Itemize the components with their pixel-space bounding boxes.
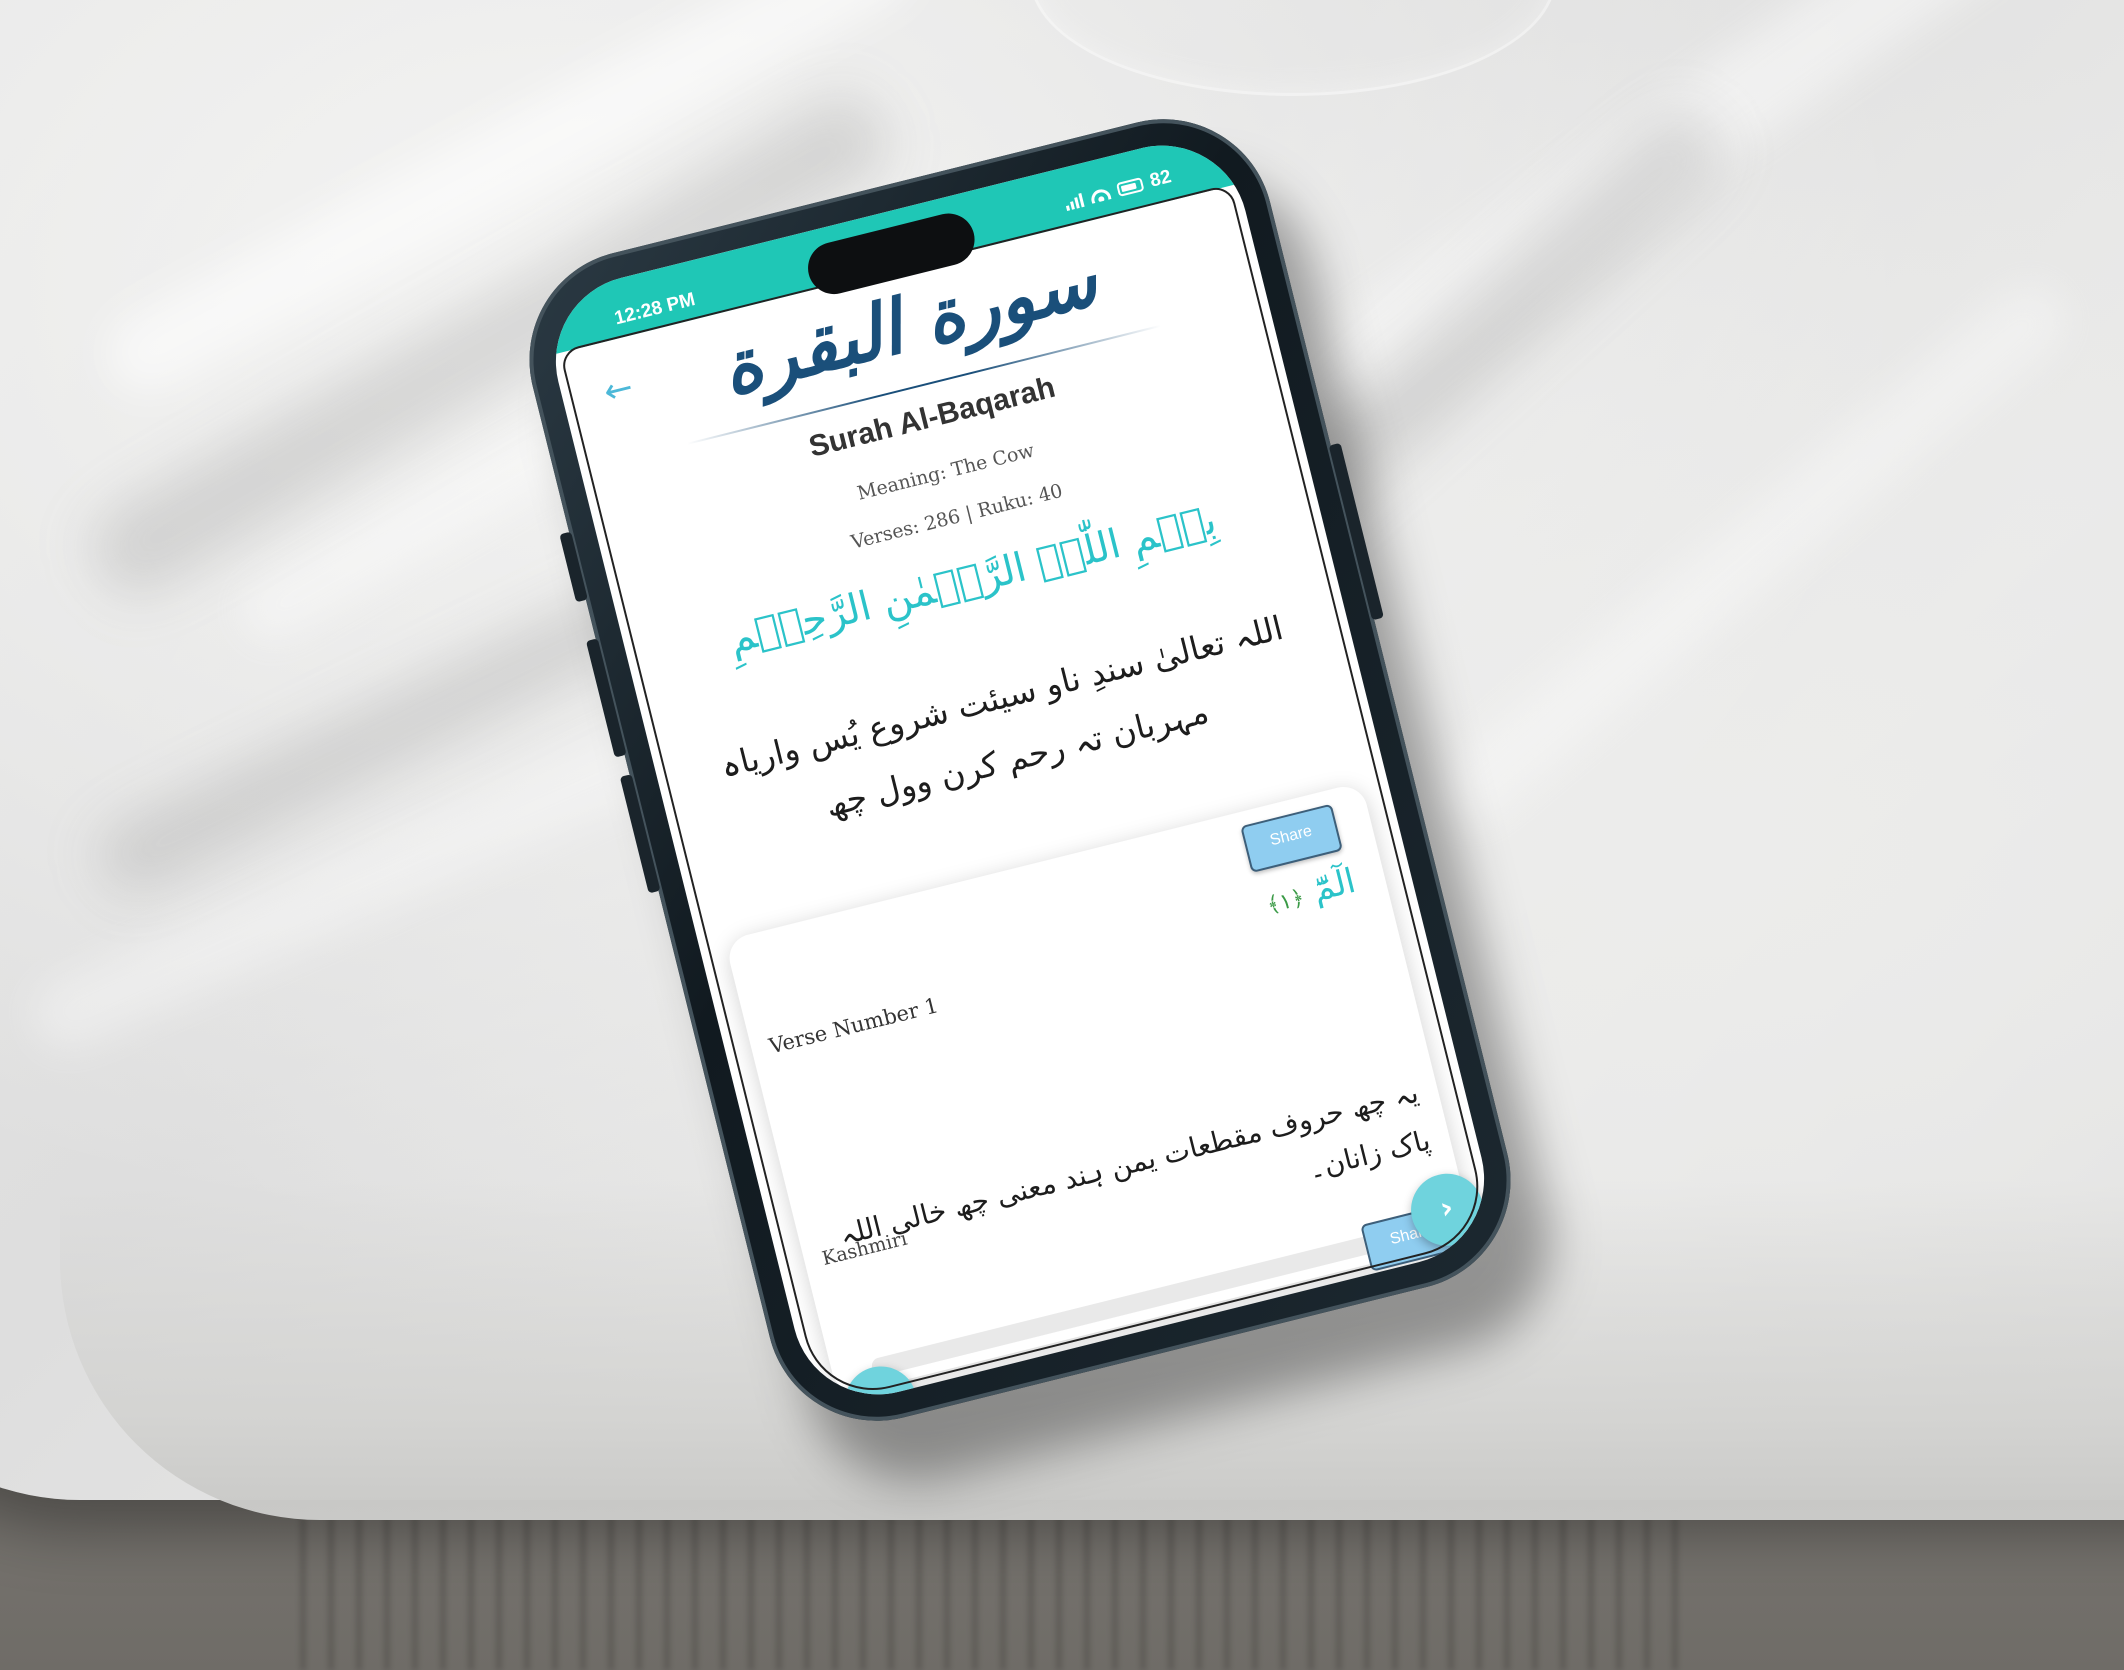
- chevron-left-icon: ‹: [870, 1382, 891, 1413]
- verse-arabic: الٓمّٓ ﴿۱﴾: [1262, 861, 1360, 922]
- signal-icon: [1063, 191, 1085, 212]
- share-button[interactable]: Share: [1240, 803, 1344, 873]
- verse-arabic-text: الٓمّٓ: [1308, 860, 1360, 910]
- verse-translation: یہ چھ حروف مقطعات یمن ہند معنی چھ خالی ا…: [836, 1075, 1434, 1252]
- verse-end-marker: ﴿۱﴾: [1264, 885, 1308, 919]
- verse-number: Verse Number 1: [766, 993, 941, 1059]
- wifi-icon: [1089, 185, 1112, 203]
- battery-icon: [1115, 177, 1145, 197]
- floor-grille: [300, 1500, 1700, 1670]
- chevron-right-icon: ›: [1436, 1189, 1457, 1227]
- battery-level: 82: [1147, 166, 1174, 192]
